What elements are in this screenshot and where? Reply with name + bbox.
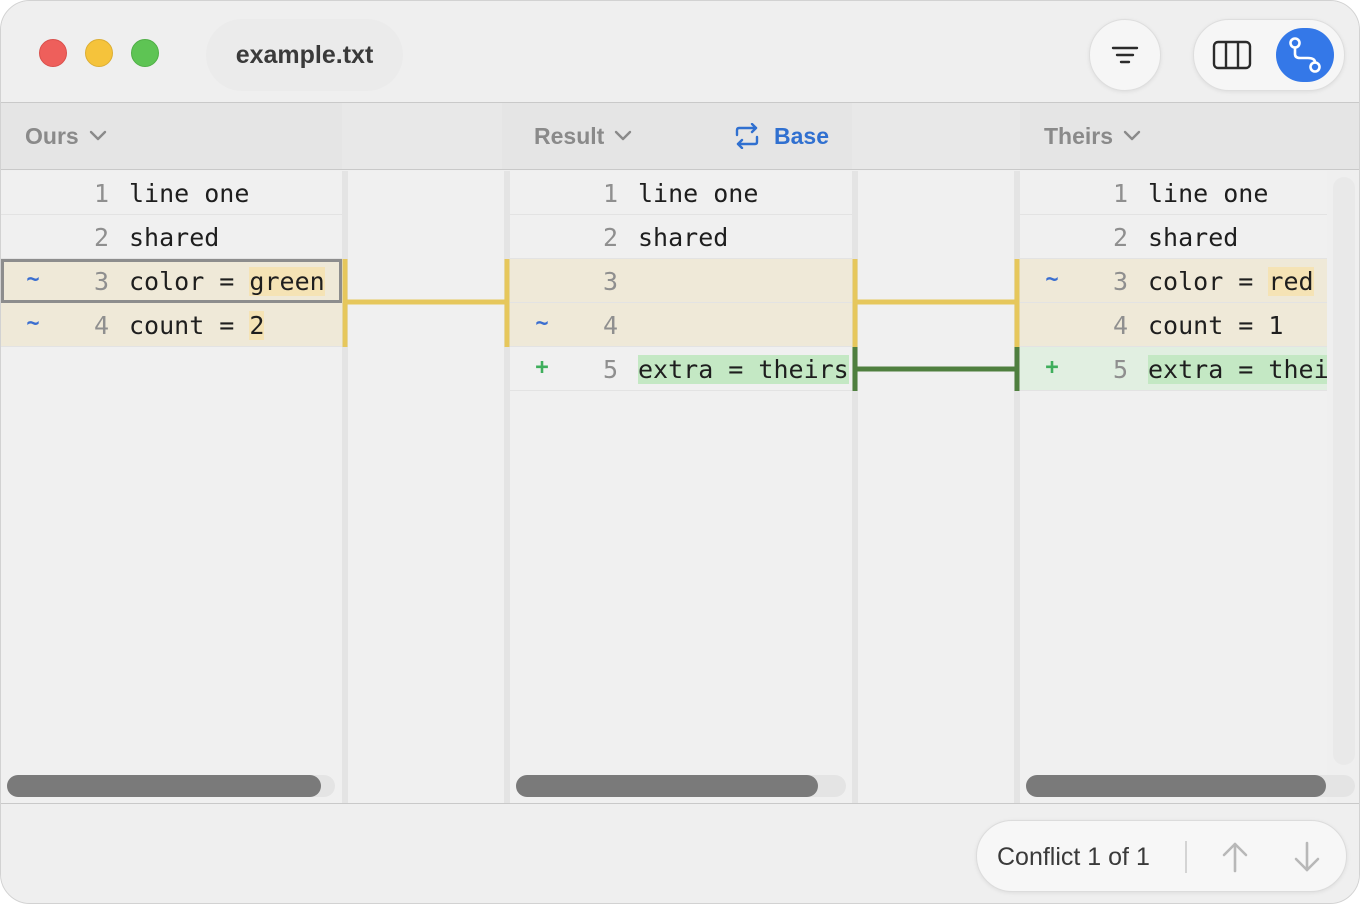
change-connectors — [342, 259, 1020, 391]
divider — [1185, 841, 1187, 873]
arrow-down-icon — [1294, 841, 1320, 872]
status-footer: Conflict 1 of 1 — [1, 803, 1359, 903]
conflict-counter: Conflict 1 of 1 — [997, 842, 1150, 871]
conflict-navigator: Conflict 1 of 1 — [976, 820, 1347, 892]
next-conflict-button[interactable] — [1287, 837, 1327, 877]
arrow-up-icon — [1222, 842, 1248, 873]
merge-window: example.txt Ours Result Base Theirs 1 li… — [0, 0, 1360, 904]
previous-conflict-button[interactable] — [1215, 837, 1255, 877]
